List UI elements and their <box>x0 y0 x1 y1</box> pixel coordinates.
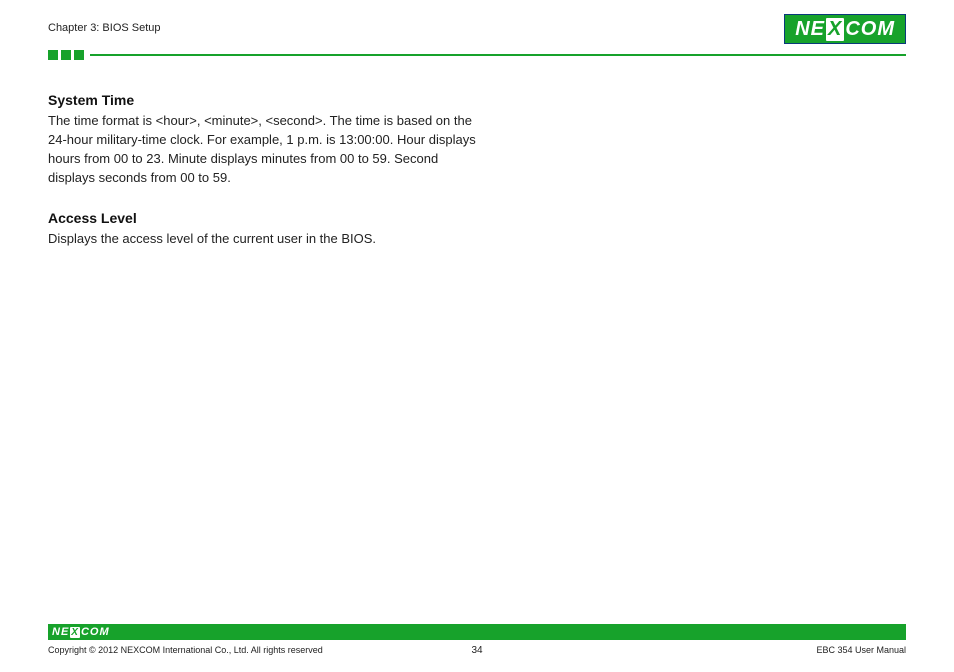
logo-text: NEXCOM <box>795 18 895 41</box>
logo-part-right: COM <box>81 627 110 638</box>
brand-logo-header: NEXCOM <box>784 14 906 44</box>
logo-box: NEXCOM <box>784 14 906 44</box>
chapter-title: Chapter 3: BIOS Setup <box>48 22 161 34</box>
section-title-access-level: Access Level <box>48 208 478 228</box>
header-divider <box>48 50 906 60</box>
section-title-system-time: System Time <box>48 90 478 110</box>
document-page: Chapter 3: BIOS Setup NEXCOM System Time… <box>0 0 954 672</box>
footer-row: Copyright © 2012 NEXCOM International Co… <box>48 645 906 655</box>
section-body-access-level: Displays the access level of the current… <box>48 230 478 249</box>
footer-bar: NEXCOM <box>48 624 906 640</box>
logo-part-left: NE <box>52 627 69 638</box>
square-icon <box>61 50 71 60</box>
section-body-system-time: The time format is <hour>, <minute>, <se… <box>48 112 478 187</box>
header-rule <box>90 54 906 56</box>
footer-page-number: 34 <box>48 645 906 656</box>
logo-part-x: X <box>70 627 80 638</box>
square-icon <box>48 50 58 60</box>
square-icon <box>74 50 84 60</box>
logo-part-x: X <box>826 18 844 41</box>
brand-logo-footer: NEXCOM <box>52 627 110 638</box>
logo-part-left: NE <box>795 18 825 41</box>
main-content: System Time The time format is <hour>, <… <box>48 90 478 269</box>
header-squares-icon <box>48 50 84 60</box>
logo-part-right: COM <box>845 18 895 41</box>
